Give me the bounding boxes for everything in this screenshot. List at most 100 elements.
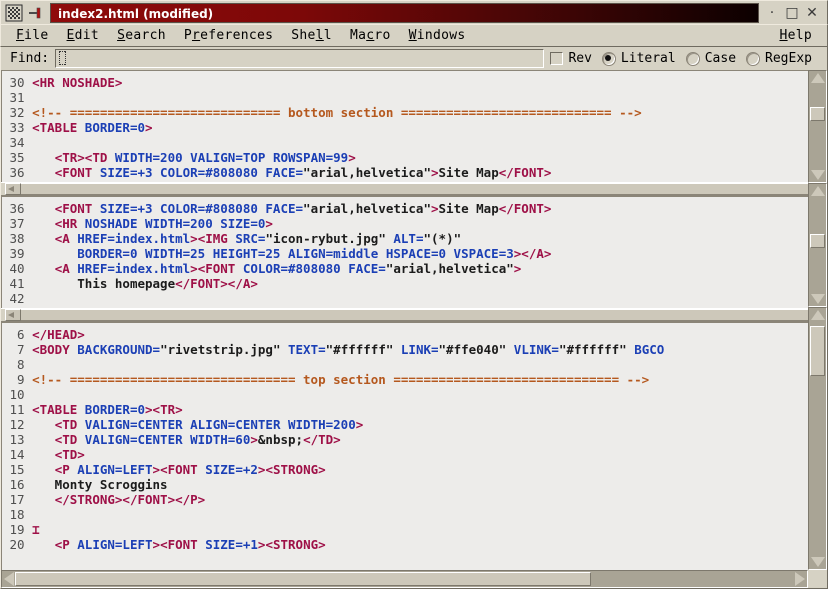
checkbox-rev[interactable] <box>550 52 564 65</box>
scroll-down-arrow-icon[interactable] <box>810 557 825 567</box>
minimize-button[interactable]: · <box>762 3 782 23</box>
line-number: 38 <box>2 231 33 246</box>
code-token-attr: TEXT= <box>280 342 326 357</box>
maximize-button[interactable]: □ <box>782 3 802 23</box>
vscroll-thumb[interactable] <box>810 107 825 121</box>
code-token-tag: <BODY <box>32 342 78 357</box>
code-token-tag: > <box>430 165 439 180</box>
pane-3-code[interactable]: 6 </HEAD> 7 <BODY BACKGROUND="rivetstrip… <box>2 323 808 552</box>
find-input[interactable] <box>55 49 545 68</box>
scroll-left-arrow-icon[interactable] <box>4 572 14 586</box>
scroll-up-arrow-icon[interactable] <box>810 73 825 83</box>
code-line[interactable]: 10 <box>2 387 808 402</box>
code-line[interactable]: 37 <HR NOSHADE WIDTH=200 SIZE=0> <box>2 216 808 231</box>
code-line[interactable]: 12 <TD VALIGN=CENTER ALIGN=CENTER WIDTH=… <box>2 417 808 432</box>
hscrollbar[interactable] <box>1 570 808 588</box>
code-line[interactable]: 7 <BODY BACKGROUND="rivetstrip.jpg" TEXT… <box>2 342 808 357</box>
line-number: 20 <box>2 537 33 552</box>
code-token-attr: VALIGN=CENTER ALIGN=CENTER WIDTH=200 <box>84 417 356 432</box>
code-line[interactable]: 17 </STRONG></FONT></P> <box>2 492 808 507</box>
code-line[interactable]: 15 <P ALIGN=LEFT><FONT SIZE=+2><STRONG> <box>2 462 808 477</box>
menu-file[interactable]: File <box>7 26 58 45</box>
code-line[interactable]: 33 <TABLE BORDER=0> <box>2 120 808 135</box>
code-token-attr: VALIGN=CENTER WIDTH=60 <box>84 432 251 447</box>
pane-splitter-2[interactable] <box>1 308 808 322</box>
code-line[interactable]: 20 <P ALIGN=LEFT><FONT SIZE=+1><STRONG> <box>2 537 808 552</box>
code-token-cursor-ibeam: ⌶ <box>32 522 40 537</box>
vscrollbar-pane-2[interactable] <box>808 183 827 307</box>
option-literal[interactable]: Literal <box>601 51 676 66</box>
radio-literal[interactable] <box>601 51 616 66</box>
vscroll-thumb[interactable] <box>810 326 825 376</box>
code-line[interactable]: 9 <!-- ============================== to… <box>2 372 808 387</box>
scroll-down-arrow-icon[interactable] <box>810 170 825 180</box>
hscroll-thumb[interactable] <box>15 572 591 586</box>
code-token-tag: <TD> <box>54 447 85 462</box>
code-line[interactable]: 11 <TABLE BORDER=0><TR> <box>2 402 808 417</box>
code-line[interactable]: 36 <FONT SIZE=+3 COLOR=#808080 FACE="ari… <box>2 165 808 180</box>
vscrollbar-pane-1[interactable] <box>808 70 827 183</box>
code-line[interactable]: 19 ⌶ <box>2 522 808 537</box>
code-line[interactable]: 35 <TR><TD WIDTH=200 VALIGN=TOP ROWSPAN=… <box>2 150 808 165</box>
menu-search[interactable]: Search <box>108 26 175 45</box>
option-rev[interactable]: Rev <box>550 51 592 66</box>
code-line[interactable]: 13 <TD VALIGN=CENTER WIDTH=60>&nbsp;</TD… <box>2 432 808 447</box>
menu-preferences[interactable]: Preferences <box>175 26 282 45</box>
splitter-grip-icon[interactable] <box>5 309 21 321</box>
code-line[interactable]: 42 <box>2 291 808 306</box>
line-number: 35 <box>2 150 33 165</box>
line-number: 6 <box>2 327 33 342</box>
code-line[interactable]: 16 Monty Scroggins <box>2 477 808 492</box>
menu-shell[interactable]: Shell <box>282 26 341 45</box>
pane-1[interactable]: 30 <HR NOSHADE> 31 32 <!-- =============… <box>1 70 808 182</box>
code-line[interactable]: 14 <TD> <box>2 447 808 462</box>
code-token-tag: <A <box>54 261 78 276</box>
scroll-up-arrow-icon[interactable] <box>810 310 825 320</box>
line-number: 18 <box>2 507 33 522</box>
code-line[interactable]: 36 <FONT SIZE=+3 COLOR=#808080 FACE="ari… <box>2 201 808 216</box>
pane-splitter-1[interactable] <box>1 182 808 196</box>
pane-2[interactable]: 36 <FONT SIZE=+3 COLOR=#808080 FACE="ari… <box>1 196 808 308</box>
pin-icon[interactable] <box>27 4 45 22</box>
code-token-tag: <FONT <box>54 165 100 180</box>
code-line[interactable]: 32 <!-- ============================ bot… <box>2 105 808 120</box>
editor-icon[interactable] <box>5 4 23 22</box>
vscroll-thumb[interactable] <box>810 234 825 248</box>
option-regexp[interactable]: RegExp <box>746 51 812 66</box>
menu-windows[interactable]: Windows <box>400 26 475 45</box>
code-line[interactable]: 8 <box>2 357 808 372</box>
code-line[interactable]: 31 <box>2 90 808 105</box>
pane-3[interactable]: 6 </HEAD> 7 <BODY BACKGROUND="rivetstrip… <box>1 322 808 570</box>
code-line[interactable]: 18 <box>2 507 808 522</box>
splitter-grip-icon[interactable] <box>5 183 21 195</box>
pane-2-code[interactable]: 36 <FONT SIZE=+3 COLOR=#808080 FACE="ari… <box>2 197 808 306</box>
close-button[interactable]: ✕ <box>802 3 822 23</box>
vscrollbar-pane-3[interactable] <box>808 307 827 570</box>
line-number: 41 <box>2 276 33 291</box>
scroll-right-arrow-icon[interactable] <box>795 572 805 586</box>
nedit-window: index2.html (modified) · □ ✕ File Edit S… <box>0 0 828 589</box>
code-line[interactable]: 30 <HR NOSHADE> <box>2 75 808 90</box>
radio-regexp[interactable] <box>746 51 761 66</box>
code-line[interactable]: 34 <box>2 135 808 150</box>
radio-case[interactable] <box>685 51 700 66</box>
scroll-up-arrow-icon[interactable] <box>810 186 825 196</box>
line-number: 7 <box>2 342 33 357</box>
code-line[interactable]: 39 BORDER=0 WIDTH=25 HEIGHT=25 ALIGN=mid… <box>2 246 808 261</box>
code-line[interactable]: 41 This homepage</FONT></A> <box>2 276 808 291</box>
pane-1-code[interactable]: 30 <HR NOSHADE> 31 32 <!-- =============… <box>2 71 808 180</box>
window-controls: · □ ✕ <box>762 3 825 23</box>
code-line[interactable]: 38 <A HREF=index.html><IMG SRC="icon-ryb… <box>2 231 808 246</box>
scroll-down-arrow-icon[interactable] <box>810 294 825 304</box>
option-case[interactable]: Case <box>685 51 736 66</box>
code-line[interactable]: 6 </HEAD> <box>2 327 808 342</box>
line-number: 10 <box>2 387 33 402</box>
code-token-txt: This homepage <box>32 276 176 291</box>
menu-edit[interactable]: Edit <box>58 26 109 45</box>
menu-help[interactable]: Help <box>770 26 821 45</box>
menu-macro[interactable]: Macro <box>341 26 400 45</box>
code-line[interactable]: 40 <A HREF=index.html><FONT COLOR=#80808… <box>2 261 808 276</box>
code-token-txt: Site Map <box>438 165 499 180</box>
resize-corner[interactable] <box>808 570 827 588</box>
